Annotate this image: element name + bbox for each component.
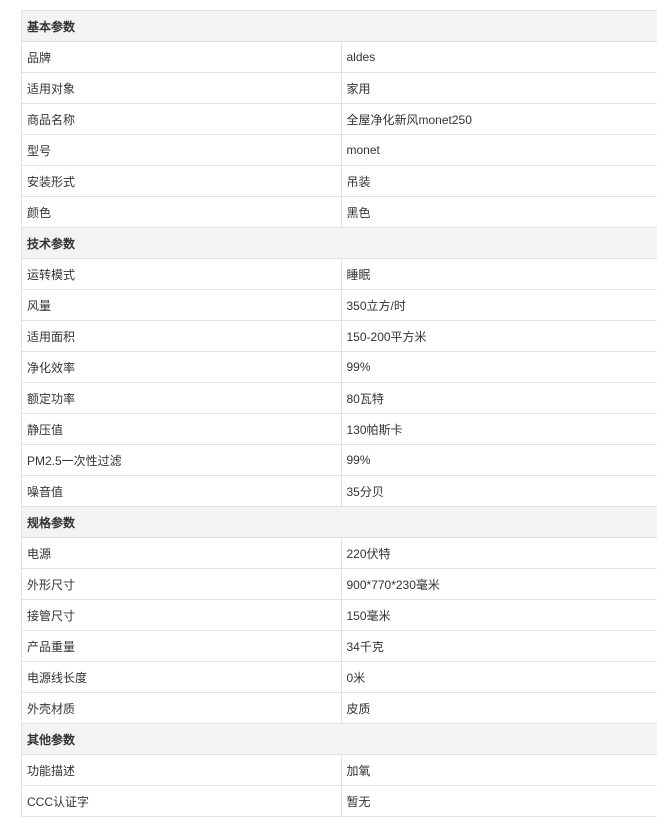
spec-value: 0米 xyxy=(340,661,657,693)
spec-row: 额定功率 80瓦特 xyxy=(21,382,657,414)
spec-value: 80瓦特 xyxy=(340,382,657,414)
spec-key: 安装形式 xyxy=(21,165,342,197)
spec-row: 静压值 130帕斯卡 xyxy=(21,413,657,445)
spec-value: 350立方/时 xyxy=(340,289,657,321)
spec-row: PM2.5一次性过滤 99% xyxy=(21,444,657,476)
spec-key: CCC认证字 xyxy=(21,785,342,817)
spec-value: 家用 xyxy=(340,72,657,104)
section-title: 规格参数 xyxy=(21,506,657,538)
spec-value: 220伏特 xyxy=(340,537,657,569)
spec-value: 皮质 xyxy=(340,692,657,724)
spec-key: 功能描述 xyxy=(21,754,342,786)
spec-table: 基本参数 品牌 aldes 适用对象 家用 商品名称 全屋净化新风monet250 型号 mon… xyxy=(21,10,657,817)
spec-key: 商品名称 xyxy=(21,103,342,135)
spec-row: 接管尺寸 150毫米 xyxy=(21,599,657,631)
spec-row: CCC认证字 暂无 xyxy=(21,785,657,817)
spec-value: 吊装 xyxy=(340,165,657,197)
spec-value: 900*770*230毫米 xyxy=(340,568,657,600)
section-header-row: 规格参数 xyxy=(21,506,657,538)
section-header-row: 技术参数 xyxy=(21,227,657,259)
spec-key: 接管尺寸 xyxy=(21,599,342,631)
spec-row: 电源线长度 0米 xyxy=(21,661,657,693)
spec-value: 35分贝 xyxy=(340,475,657,507)
spec-value: 睡眠 xyxy=(340,258,657,290)
spec-value: 99% xyxy=(340,444,657,476)
spec-row: 外形尺寸 900*770*230毫米 xyxy=(21,568,657,600)
spec-key: 运转模式 xyxy=(21,258,342,290)
section-header-row: 基本参数 xyxy=(21,10,657,42)
spec-value: 34千克 xyxy=(340,630,657,662)
spec-row: 安装形式 吊装 xyxy=(21,165,657,197)
spec-key: 品牌 xyxy=(21,41,342,73)
spec-key: 净化效率 xyxy=(21,351,342,383)
spec-row: 外壳材质 皮质 xyxy=(21,692,657,724)
spec-value: 黑色 xyxy=(340,196,657,228)
spec-key: 适用对象 xyxy=(21,72,342,104)
spec-key: 颜色 xyxy=(21,196,342,228)
spec-row: 适用面积 150-200平方米 xyxy=(21,320,657,352)
spec-key: 外形尺寸 xyxy=(21,568,342,600)
spec-key: 产品重量 xyxy=(21,630,342,662)
spec-key: 风量 xyxy=(21,289,342,321)
spec-row: 产品重量 34千克 xyxy=(21,630,657,662)
spec-row: 电源 220伏特 xyxy=(21,537,657,569)
spec-value: 99% xyxy=(340,351,657,383)
spec-value: 加氧 xyxy=(340,754,657,786)
spec-value: monet xyxy=(340,134,657,166)
spec-value: 暂无 xyxy=(340,785,657,817)
spec-value: 全屋净化新风monet250 xyxy=(340,103,657,135)
spec-table-body: 基本参数 品牌 aldes 适用对象 家用 商品名称 全屋净化新风monet250 型号 mon… xyxy=(21,10,657,817)
spec-row: 品牌 aldes xyxy=(21,41,657,73)
spec-row: 适用对象 家用 xyxy=(21,72,657,104)
spec-row: 型号 monet xyxy=(21,134,657,166)
spec-row: 颜色 黑色 xyxy=(21,196,657,228)
spec-key: 外壳材质 xyxy=(21,692,342,724)
spec-key: 静压值 xyxy=(21,413,342,445)
spec-row: 运转模式 睡眠 xyxy=(21,258,657,290)
spec-row: 噪音值 35分贝 xyxy=(21,475,657,507)
spec-value: 150毫米 xyxy=(340,599,657,631)
spec-value: 130帕斯卡 xyxy=(340,413,657,445)
section-title: 技术参数 xyxy=(21,227,657,259)
spec-row: 风量 350立方/时 xyxy=(21,289,657,321)
section-title: 基本参数 xyxy=(21,10,657,42)
spec-key: PM2.5一次性过滤 xyxy=(21,444,342,476)
spec-row: 功能描述 加氧 xyxy=(21,754,657,786)
spec-key: 适用面积 xyxy=(21,320,342,352)
spec-key: 型号 xyxy=(21,134,342,166)
spec-key: 额定功率 xyxy=(21,382,342,414)
section-title: 其他参数 xyxy=(21,723,657,755)
spec-key: 电源线长度 xyxy=(21,661,342,693)
spec-value: aldes xyxy=(340,41,657,73)
spec-row: 商品名称 全屋净化新风monet250 xyxy=(21,103,657,135)
section-header-row: 其他参数 xyxy=(21,723,657,755)
spec-value: 150-200平方米 xyxy=(340,320,657,352)
spec-key: 噪音值 xyxy=(21,475,342,507)
spec-key: 电源 xyxy=(21,537,342,569)
spec-row: 净化效率 99% xyxy=(21,351,657,383)
